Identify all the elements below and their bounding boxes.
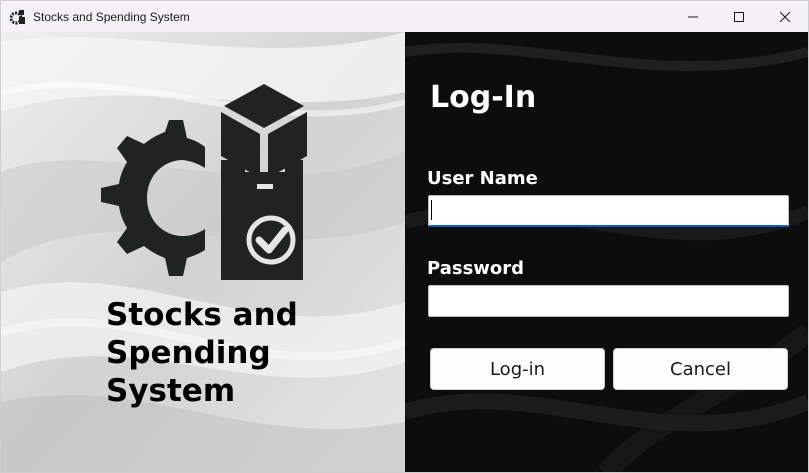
password-label: Password — [427, 258, 525, 279]
system-name-line: Stocks and — [106, 297, 298, 333]
password-input[interactable] — [428, 285, 789, 317]
username-label: User Name — [427, 168, 538, 189]
system-name: Stocks and Spending System — [106, 296, 396, 410]
window-title: Stocks and Spending System — [33, 9, 190, 24]
maximize-icon — [734, 11, 744, 22]
text-caret — [431, 200, 432, 220]
system-name-line: Spending — [106, 335, 271, 371]
window-controls — [670, 1, 808, 32]
system-name-line: System — [106, 373, 236, 409]
minimize-button[interactable] — [670, 1, 716, 32]
username-input[interactable] — [428, 195, 789, 227]
login-panel: Log-In User Name Password Log-in Cancel — [405, 32, 808, 472]
app-window: Stocks and Spending System Stocks and Sp… — [0, 0, 809, 473]
close-button[interactable] — [762, 1, 808, 32]
minimize-icon — [688, 16, 698, 17]
maximize-button[interactable] — [716, 1, 762, 32]
cancel-button[interactable]: Cancel — [613, 348, 788, 390]
branding-panel: Stocks and Spending System — [1, 32, 405, 472]
gear-box-clipboard-check-icon — [101, 84, 307, 280]
title-bar[interactable]: Stocks and Spending System — [1, 1, 808, 32]
login-title: Log-In — [430, 80, 537, 115]
login-button[interactable]: Log-in — [430, 348, 605, 390]
app-icon — [10, 9, 25, 24]
close-icon — [780, 11, 790, 22]
